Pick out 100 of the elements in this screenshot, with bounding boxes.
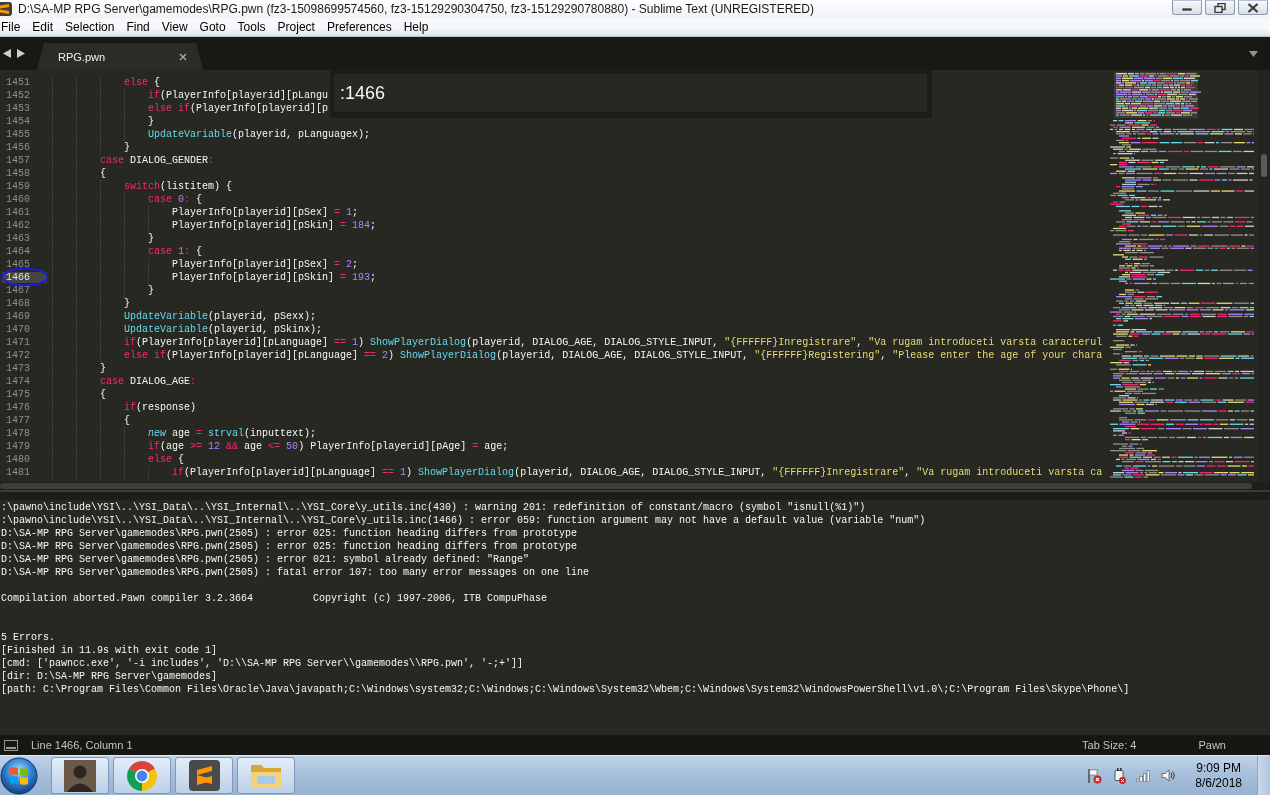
- speaker-icon[interactable]: [1161, 769, 1176, 782]
- syntax-label[interactable]: Pawn: [1198, 739, 1226, 751]
- menu-item[interactable]: Selection: [65, 20, 115, 34]
- output-line: D:\SA-MP RPG Server\gamemodes\RPG.pwn(2505) : error 025: function heading differs from prototype: [1, 540, 578, 553]
- line-number: 1465: [6, 259, 30, 270]
- panel-icon[interactable]: [4, 739, 18, 751]
- code-line: }: [124, 297, 130, 310]
- taskbar-button[interactable]: [51, 757, 109, 794]
- menu-item[interactable]: Tools: [237, 20, 266, 34]
- code-line: if(age >= 12 && age <= 50) PlayerInfo[playerid][pAge] = age;: [148, 440, 509, 453]
- line-number: 1456: [6, 142, 30, 153]
- right-arrow-icon[interactable]: [17, 49, 25, 58]
- output-line: D:\SA-MP RPG Server\gamemodes\RPG.pwn(2505) : fatal error 107: too many error messages on one line: [1, 566, 590, 579]
- scrollbar-thumb[interactable]: [0, 483, 1252, 489]
- close-button[interactable]: [1238, 0, 1268, 15]
- line-number: 1474: [6, 376, 30, 387]
- line-number: 1469: [6, 311, 30, 322]
- line-number: 1451: [6, 77, 30, 88]
- code-line: case DIALOG_AGE:: [100, 375, 197, 388]
- output-line: :\pawno\include\YSI\..\YSI_Data\..\YSI_Internal\..\YSI_Core\y_utils.inc(1466) : error 059: function argument may not have a default value (variable "num"): [1, 514, 926, 527]
- line-number: 1468: [6, 298, 30, 309]
- output-line: D:\SA-MP RPG Server\gamemodes\RPG.pwn(2505) : error 021: symbol already defined: "Range": [1, 553, 530, 566]
- code-line: PlayerInfo[playerid][pSex] = 1;: [172, 206, 359, 219]
- code-line: }: [100, 362, 106, 375]
- code-line: case 1: {: [148, 245, 203, 258]
- menu-item[interactable]: Goto: [199, 20, 226, 34]
- code-line: if(response): [124, 401, 197, 414]
- line-number: 1479: [6, 441, 30, 452]
- code-line: if(PlayerInfo[playerid][pLangu: [148, 89, 329, 102]
- menu-item[interactable]: Edit: [32, 20, 54, 34]
- restore-icon: [1214, 2, 1226, 13]
- line-number: 1475: [6, 389, 30, 400]
- line-number: 1453: [6, 103, 30, 114]
- code-line: else {: [124, 76, 161, 89]
- menu-item[interactable]: Project: [277, 20, 315, 34]
- clock-time: 9:09 PM: [1196, 760, 1241, 776]
- signal-icon[interactable]: [1136, 769, 1151, 782]
- file-tab[interactable]: RPG.pwn: [37, 43, 203, 70]
- code-line: PlayerInfo[playerid][pSex] = 2;: [172, 258, 359, 271]
- code-line: new age = strval(inputtext);: [148, 427, 317, 440]
- output-line: D:\SA-MP RPG Server\gamemodes\RPG.pwn(2505) : error 025: function heading differs from prototype: [1, 527, 578, 540]
- code-line: UpdateVariable(playerid, pSexx);: [124, 310, 317, 323]
- menu-item[interactable]: Help: [403, 20, 429, 34]
- line-number: 1454: [6, 116, 30, 127]
- line-number: 1466: [2, 272, 47, 283]
- line-number: 1458: [6, 168, 30, 179]
- start-orb-icon[interactable]: [0, 756, 38, 795]
- menu-item[interactable]: Find: [126, 20, 150, 34]
- line-number: 1478: [6, 428, 30, 439]
- clock-date: 8/6/2018: [1195, 775, 1242, 791]
- plug-icon[interactable]: [1113, 767, 1127, 784]
- close-icon: [1247, 2, 1259, 13]
- round-logo-icon: [127, 760, 157, 791]
- code-line: else if(PlayerInfo[playerid][p: [148, 102, 329, 115]
- code-line: case 0: {: [148, 193, 203, 206]
- code-line: if(PlayerInfo[playerid][pLanguage] == 1) ShowPlayerDialog(playerid, DIALOG_AGE, DIALOG_STYLE_INPUT, "{FFFFFF}Inregistrare", "Va rugam introduceti varsta ca: [172, 466, 1103, 479]
- flag-icon[interactable]: [1086, 767, 1103, 784]
- taskbar-button[interactable]: [175, 757, 233, 794]
- line-number: 1461: [6, 207, 30, 218]
- code-line: else {: [148, 453, 185, 466]
- line-number: 1455: [6, 129, 30, 140]
- restore-button[interactable]: [1205, 0, 1235, 15]
- line-number: 1464: [6, 246, 30, 257]
- code-line: }: [148, 284, 154, 297]
- line-number: 1473: [6, 363, 30, 374]
- output-line: [cmd: ['pawncc.exe', '-i includes', 'D:\\SA-MP RPG Server\\gamemodes\\RPG.pwn', '-;+']]: [1, 657, 524, 670]
- tab-size-label[interactable]: Tab Size: 4: [1082, 739, 1137, 751]
- menu-item[interactable]: Preferences: [326, 20, 392, 34]
- code-line: PlayerInfo[playerid][pSkin] = 184;: [172, 219, 377, 232]
- line-number: 1476: [6, 402, 30, 413]
- code-line: PlayerInfo[playerid][pSkin] = 193;: [172, 271, 377, 284]
- line-number: 1460: [6, 194, 30, 205]
- goto-input-field[interactable]: :1466: [334, 74, 927, 112]
- line-number: 1452: [6, 90, 30, 101]
- vertical-scrollbar[interactable]: [1258, 70, 1270, 482]
- code-line: if(PlayerInfo[playerid][pLanguage] == 1) ShowPlayerDialog(playerid, DIALOG_AGE, DIALOG_STYLE_INPUT, "{FFFFFF}Inregistrare", "Va rugam introduceti varsta caracterul: [124, 336, 1103, 349]
- close-icon[interactable]: [179, 52, 187, 61]
- app-icon: [0, 1, 12, 17]
- line-number: 1467: [6, 285, 30, 296]
- scrollbar-thumb[interactable]: [1261, 154, 1267, 177]
- tile-logo-icon: [188, 760, 220, 791]
- code-line: UpdateVariable(playerid, pSkinx);: [124, 323, 323, 336]
- line-number: 1477: [6, 415, 30, 426]
- caret-down-icon[interactable]: [1249, 50, 1258, 57]
- output-line: [path: C:\Program Files\Common Files\Oracle\Java\javapath;C:\Windows\system32;C:\Windows;C:\Windows\System32\Wbem;C:\Windows\System32\WindowsPowerShell\v1.0\;C:\Program Files\Skype\Phone\]: [1, 683, 1130, 696]
- output-line: [dir: D:\SA-MP RPG Server\gamemodes]: [1, 670, 218, 683]
- line-number: 1470: [6, 324, 30, 335]
- menu-item[interactable]: File: [1, 20, 21, 34]
- menu-item[interactable]: View: [161, 20, 188, 34]
- line-number: 1462: [6, 220, 30, 231]
- left-arrow-icon[interactable]: [3, 49, 11, 58]
- output-line: :\pawno\include\YSI\..\YSI_Data\..\YSI_Internal\..\YSI_Core\y_utils.inc(430) : warning 201: redefinition of constant/macro (symbol "isnull(%1)"): [1, 501, 866, 514]
- horizontal-scrollbar[interactable]: [0, 482, 1270, 490]
- minimize-button[interactable]: [1172, 0, 1202, 15]
- code-line: {: [100, 388, 106, 401]
- line-number: 1472: [6, 350, 30, 361]
- line-number: 1481: [6, 467, 30, 478]
- code-line: UpdateVariable(playerid, pLanguagex);: [148, 128, 371, 141]
- person-silhouette-icon: [64, 759, 96, 792]
- output-line: 5 Errors.: [1, 631, 55, 644]
